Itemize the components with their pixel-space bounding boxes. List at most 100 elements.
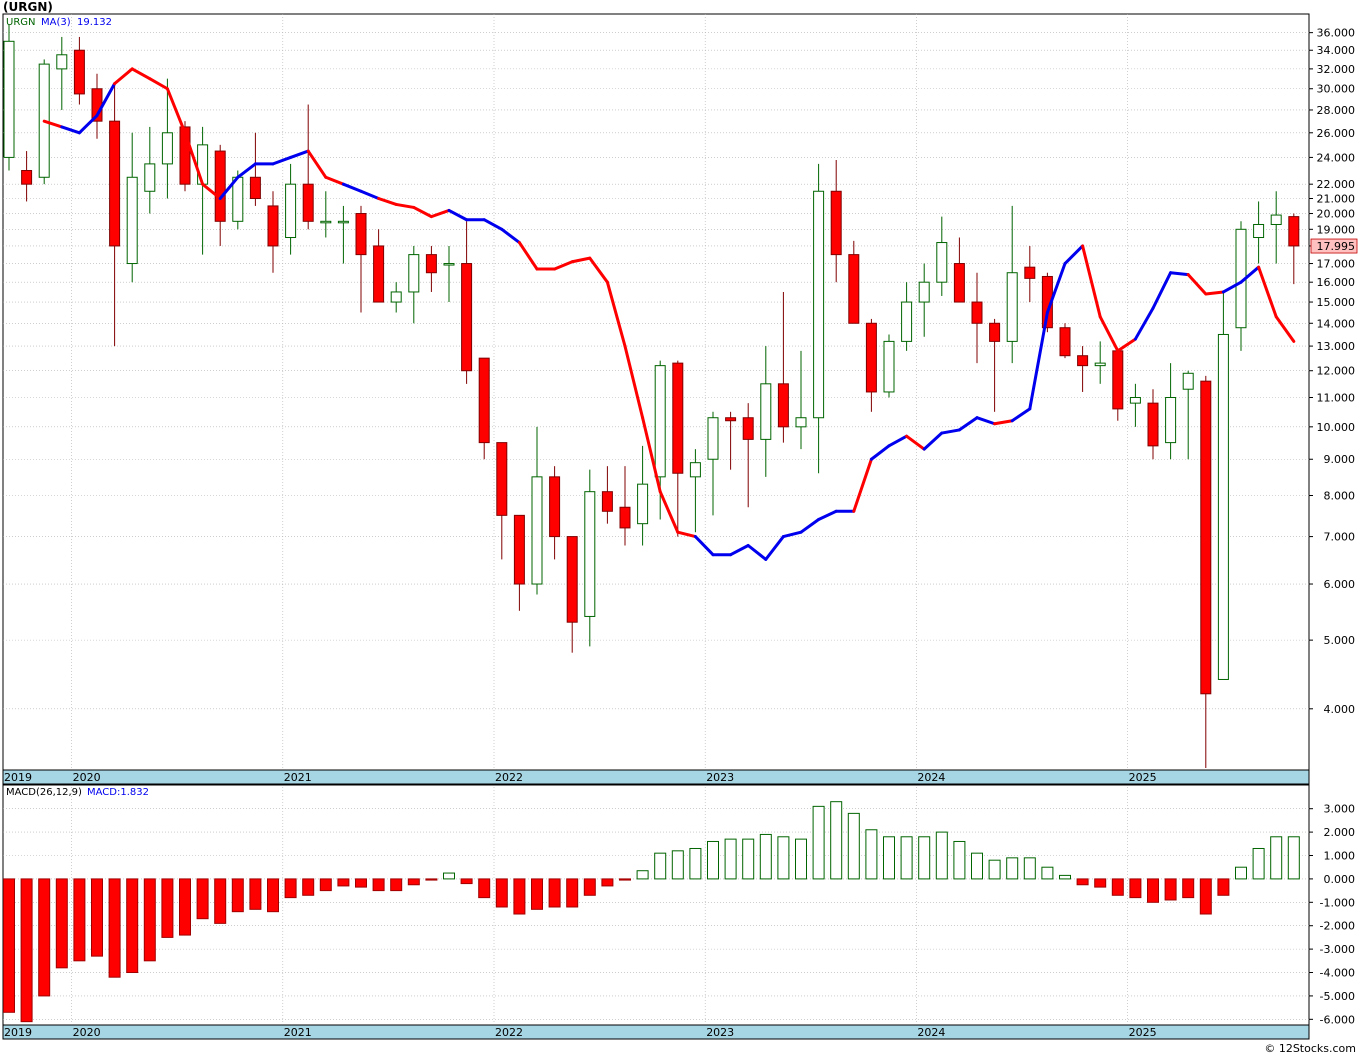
candle-body	[883, 340, 895, 393]
macd-bar	[91, 878, 103, 957]
macd-bar	[707, 840, 719, 880]
macd-bar	[267, 878, 279, 913]
price-y-tick-label: 15.000	[1317, 296, 1356, 309]
macd-legend-value: MACD:1.832	[87, 787, 149, 798]
macd-bar	[971, 852, 983, 880]
macd-bar	[566, 878, 579, 908]
candle-body	[302, 183, 314, 222]
candle-body	[1006, 272, 1018, 342]
macd-bar	[1182, 878, 1195, 899]
candle-body	[936, 242, 948, 283]
candle-body	[161, 132, 173, 165]
macd-bar	[988, 859, 1001, 880]
page-title: (URGN)	[3, 0, 53, 14]
macd-bar	[1041, 866, 1054, 880]
candle-body	[478, 357, 490, 444]
macd-bar	[390, 878, 403, 892]
macd-y-tick-label: -6.000	[1320, 1013, 1355, 1026]
macd-bar	[671, 850, 684, 880]
candle-body	[337, 220, 349, 224]
macd-bar	[1006, 857, 1019, 880]
macd-y-tick-label: -2.000	[1320, 920, 1355, 933]
candle-body	[1129, 396, 1141, 404]
macd-bar	[900, 836, 913, 880]
macd-date-band	[2, 1024, 1310, 1040]
price-y-tick-label: 28.000	[1317, 104, 1356, 117]
candle-body	[425, 254, 437, 274]
price-x-tick-label: 2022	[495, 771, 523, 784]
price-y-tick-label: 20.000	[1317, 208, 1356, 221]
macd-bar	[1252, 847, 1265, 880]
price-y-tick-label: 6.000	[1324, 578, 1356, 591]
price-x-tick-label: 2025	[1129, 771, 1157, 784]
macd-bar	[73, 878, 86, 962]
candle-body	[1253, 223, 1265, 239]
macd-x-tick-label: 2020	[73, 1026, 101, 1039]
candle-body	[1024, 266, 1036, 279]
macd-bar	[108, 878, 121, 978]
price-legend-ma-value: 19.132	[77, 17, 112, 28]
macd-bar	[143, 878, 156, 962]
price-y-tick-label: 21.000	[1317, 193, 1356, 206]
macd-bar	[1129, 878, 1142, 899]
price-x-tick-label: 2019	[4, 771, 32, 784]
macd-bar	[1217, 878, 1230, 896]
macd-bar	[20, 878, 33, 1023]
macd-bar	[1287, 836, 1300, 880]
macd-y-tick-label: 2.000	[1324, 826, 1356, 839]
macd-bar	[689, 847, 702, 880]
candle-body	[918, 281, 930, 303]
macd-bar	[284, 878, 297, 899]
macd-bar	[1270, 836, 1283, 880]
candle-body	[443, 263, 455, 266]
footer-copyright: © 12Stocks.com	[1264, 1042, 1356, 1055]
price-y-tick-label: 36.000	[1317, 27, 1356, 40]
candle-body	[760, 383, 772, 440]
macd-bar	[513, 878, 526, 915]
macd-y-tick-label: -1.000	[1320, 896, 1355, 909]
macd-bar	[724, 838, 737, 880]
macd-bar	[1199, 878, 1212, 915]
macd-bar	[812, 805, 825, 880]
macd-bar	[3, 878, 15, 1013]
macd-bar	[1076, 878, 1089, 886]
price-y-tick-label: 32.000	[1317, 63, 1356, 76]
macd-bar	[619, 878, 631, 881]
candle-body	[848, 254, 860, 324]
candle-body	[707, 417, 719, 460]
macd-bar	[126, 878, 139, 974]
price-y-tick-label: 30.000	[1317, 83, 1356, 96]
macd-bar	[302, 878, 315, 896]
candle-body	[408, 254, 420, 293]
macd-bar	[548, 878, 561, 908]
candle-body	[953, 263, 965, 303]
price-y-tick-label: 10.000	[1317, 421, 1356, 434]
macd-x-tick-label: 2022	[495, 1026, 523, 1039]
macd-bar	[953, 840, 966, 880]
candle-body	[971, 301, 983, 324]
macd-bar	[214, 878, 227, 924]
price-y-tick-label: 24.000	[1317, 151, 1356, 164]
candle-body	[3, 40, 15, 158]
macd-bar	[337, 878, 350, 887]
macd-x-tick-label: 2024	[917, 1026, 945, 1039]
macd-bar	[583, 878, 596, 896]
candle-body	[566, 536, 578, 623]
price-y-tick-label: 34.000	[1317, 44, 1356, 57]
macd-bar	[161, 878, 174, 938]
candle-body	[830, 190, 842, 256]
macd-bar	[1023, 857, 1036, 880]
macd-bar	[777, 836, 790, 880]
candle-body	[1182, 372, 1194, 390]
candle-body	[989, 322, 1001, 342]
macd-x-tick-label: 2025	[1129, 1026, 1157, 1039]
candle-body	[549, 476, 561, 538]
candle-body	[795, 417, 807, 428]
macd-bar	[847, 812, 860, 880]
chart-canvas: 36.000 34.000 32.000 30.000 28.000 26.000 24.0…	[2, 13, 1358, 1040]
candle-body	[144, 163, 156, 192]
price-x-tick-label: 2023	[706, 771, 734, 784]
candle-body	[267, 205, 279, 247]
macd-bar	[460, 878, 473, 885]
candle-body	[461, 263, 473, 372]
